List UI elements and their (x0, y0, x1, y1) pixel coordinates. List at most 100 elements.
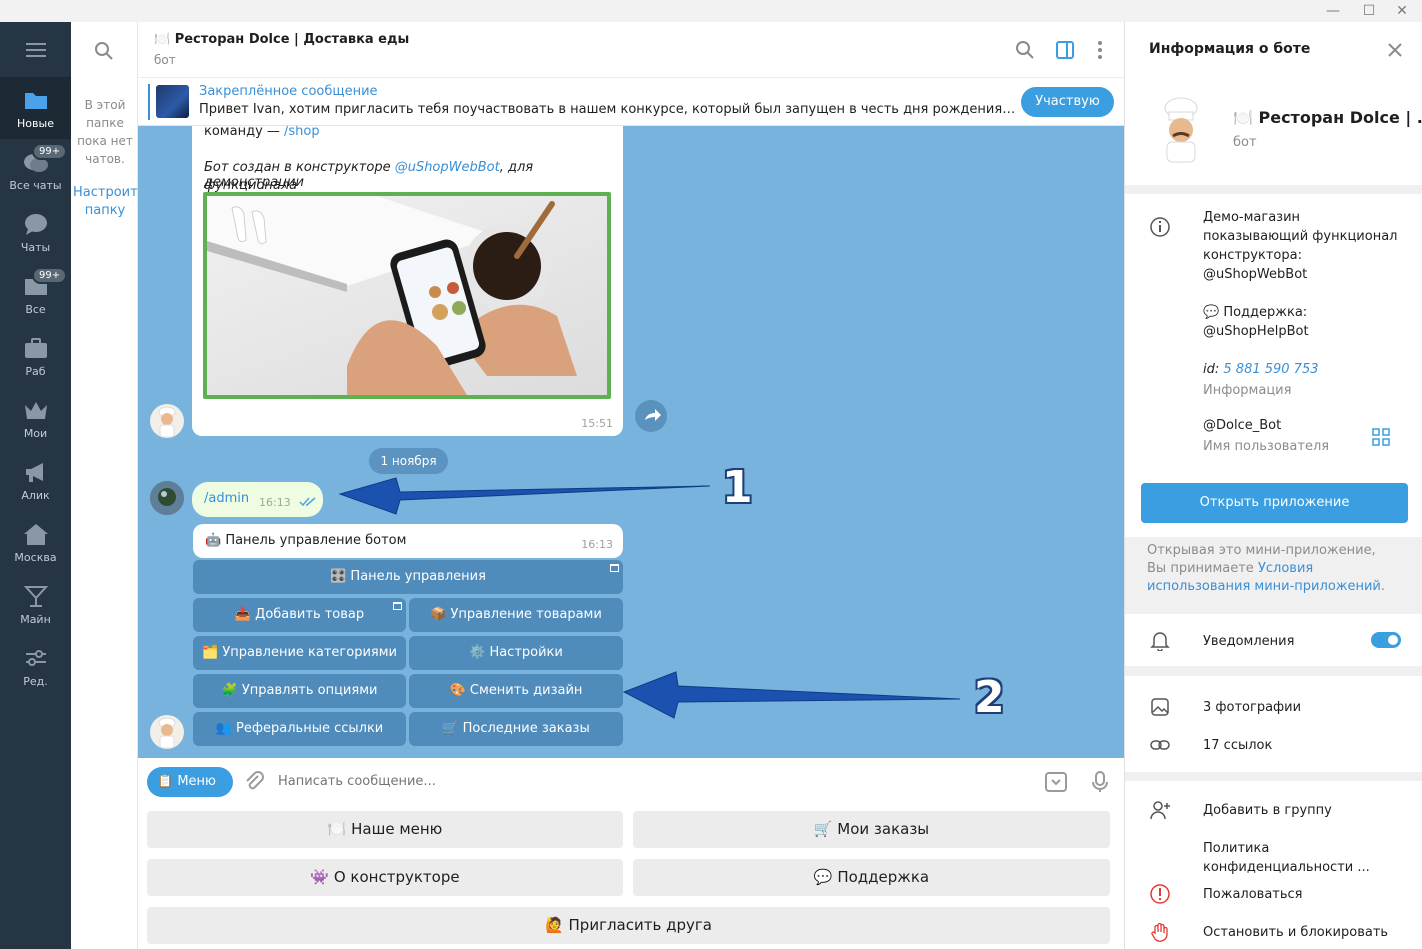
block-bot-button[interactable]: Остановить и блокировать (1203, 923, 1388, 942)
folder-label: Раб (25, 365, 46, 378)
briefcase-icon (25, 338, 47, 358)
ushophelpbot-link[interactable]: @uShopHelpBot (1203, 322, 1309, 341)
folder-rail: Новые 99+ Все чаты Чаты 99+ Все Раб Мои … (0, 22, 71, 949)
folder-chats[interactable]: Чаты (0, 201, 71, 263)
notifications-label: Уведомления (1203, 634, 1295, 649)
sliders-icon (26, 650, 46, 666)
reply-keyboard: 🍽️ Наше меню 🛒 Мои заказы 👾 О конструкто… (138, 804, 1124, 949)
ushopwebbot-link[interactable]: @uShopWebBot (1203, 265, 1307, 284)
link-icon (1150, 740, 1170, 750)
pinned-indicator (148, 84, 150, 120)
reply-button-support[interactable]: 💬 Поддержка (633, 859, 1110, 896)
folder-all-chats[interactable]: 99+ Все чаты (0, 139, 71, 201)
chat-list: В этой папке пока нет чатов. Настроить п… (71, 22, 145, 949)
minimize-icon[interactable]: — (1313, 0, 1353, 22)
close-window-icon[interactable]: ✕ (1382, 0, 1422, 22)
setup-folder-link[interactable]: Настроить папку (73, 184, 145, 220)
description-line: конструктора: (1203, 248, 1302, 263)
folder-edit[interactable]: Ред. (0, 635, 71, 697)
stop-hand-icon (1151, 922, 1168, 942)
bot-name: 🍽️ Ресторан Dolce | ... (1233, 108, 1422, 127)
username-link[interactable]: @Dolce_Bot (1203, 416, 1281, 435)
hamburger-menu-button[interactable] (0, 22, 71, 77)
folder-alik[interactable]: Алик (0, 449, 71, 511)
reply-button-my-orders[interactable]: 🛒 Мои заказы (633, 811, 1110, 848)
bot-type: бот (1233, 135, 1257, 150)
pinned-thumbnail (156, 85, 189, 118)
microphone-icon[interactable] (1088, 770, 1112, 794)
search-icon[interactable] (1014, 39, 1036, 61)
id-value: 5 881 590 753 (1223, 362, 1319, 377)
search-icon[interactable] (93, 40, 115, 62)
description-line: Демо-магазин (1203, 210, 1301, 225)
bot-menu-button[interactable]: 📋 Меню (147, 767, 233, 797)
report-button[interactable]: Пожаловаться (1203, 885, 1303, 904)
media-section: 3 фотографии 17 ссылок (1125, 676, 1422, 772)
more-vertical-icon[interactable] (1089, 39, 1111, 61)
join-contest-button[interactable]: Участвую (1021, 87, 1114, 117)
reply-button-about-constructor[interactable]: 👾 О конструкторе (147, 859, 623, 896)
privacy-policy-button[interactable]: Политика конфиденциальности ... (1203, 839, 1422, 877)
add-user-icon (1150, 801, 1170, 820)
annotation-arrows (338, 477, 961, 719)
id-label: id: (1203, 362, 1220, 377)
keyboard-toggle-icon[interactable] (1044, 770, 1068, 794)
annotation-number: 1 (722, 462, 753, 513)
message-input[interactable] (278, 768, 1038, 794)
folder-label: Все чаты (9, 179, 62, 192)
empty-folder-text: В этой папке пока нет чатов. (77, 98, 133, 166)
folder-label: Чаты (20, 241, 51, 254)
open-app-button[interactable]: Открыть приложение (1141, 483, 1408, 523)
qr-code-icon[interactable] (1371, 427, 1391, 447)
folder-all[interactable]: 99+ Все (0, 263, 71, 325)
add-to-group-button[interactable]: Добавить в группу (1203, 801, 1332, 820)
reply-button-our-menu[interactable]: 🍽️ Наше меню (147, 811, 623, 848)
chat-bubble-icon (25, 214, 47, 235)
folder-icon (25, 93, 47, 109)
folder-label: Москва (14, 551, 57, 564)
chat-header[interactable]: 🍽️ Ресторан Dolce | Доставка еды бот (138, 22, 1124, 78)
toggle-knob (1386, 633, 1400, 647)
unread-badge: 99+ (32, 267, 68, 284)
folder-label: Новые (17, 117, 54, 130)
chat-subtitle: бот (154, 53, 176, 67)
attach-icon[interactable] (242, 770, 266, 794)
panel-info-section: Демо-магазин показывающий функционал кон… (1125, 194, 1422, 489)
folder-label: Майн (20, 613, 51, 626)
folder-label: Ред. (23, 675, 48, 688)
side-panel-icon[interactable] (1054, 39, 1076, 61)
info-label: Информация (1203, 383, 1292, 398)
window-titlebar: — ☐ ✕ (0, 0, 1422, 22)
panel-header-section: Информация о боте 🍽️ Ресторан Dolce | ..… (1125, 22, 1422, 185)
house-icon (24, 524, 48, 545)
username-label: Имя пользователя (1203, 439, 1330, 454)
links-count[interactable]: 17 ссылок (1203, 736, 1272, 755)
folder-mine[interactable]: Мои (0, 387, 71, 449)
notifications-toggle[interactable] (1371, 632, 1401, 648)
hamburger-icon (25, 42, 46, 57)
reply-button-invite-friend[interactable]: 🙋 Пригласить друга (147, 907, 1110, 944)
support-label: 💬 Поддержка: (1203, 305, 1308, 320)
folder-label: Все (25, 303, 46, 316)
annotation-number: 2 (974, 672, 1005, 723)
pinned-title: Закреплённое сообщение (199, 84, 378, 99)
mini-app-note: Открывая это мини-приложение, Вы принима… (1147, 542, 1397, 596)
info-icon (1150, 217, 1170, 237)
pinned-message[interactable]: Закреплённое сообщение Привет Ivan, хоти… (138, 78, 1124, 126)
cocktail-icon (23, 586, 49, 607)
message-area[interactable]: команду — /shop Бот создан в конструктор… (138, 126, 1124, 758)
crown-icon (25, 402, 47, 419)
message-composer: 📋 Меню (138, 758, 1124, 804)
pinned-text: Привет Ivan, хотим пригласить тебя поуча… (199, 102, 1019, 117)
folder-main[interactable]: Майн (0, 573, 71, 635)
folder-new[interactable]: Новые (0, 77, 71, 139)
close-icon[interactable] (1385, 40, 1405, 60)
folder-moscow[interactable]: Москва (0, 511, 71, 573)
panel-title: Информация о боте (1149, 41, 1311, 57)
photos-count[interactable]: 3 фотографии (1203, 698, 1301, 717)
folder-work[interactable]: Раб (0, 325, 71, 387)
warning-icon (1150, 884, 1170, 904)
chat-title: 🍽️ Ресторан Dolce | Доставка еды (154, 32, 410, 47)
unread-badge: 99+ (32, 143, 68, 160)
bot-id[interactable]: id: 5 881 590 753 (1203, 360, 1319, 379)
